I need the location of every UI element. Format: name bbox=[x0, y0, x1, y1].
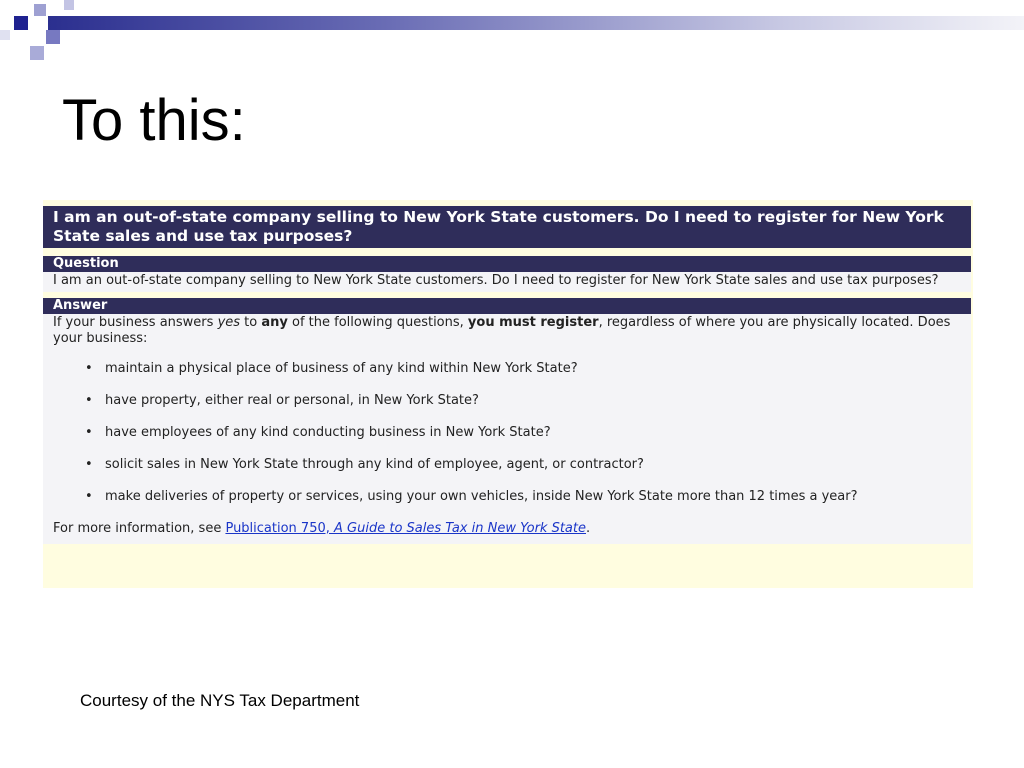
list-item: have employees of any kind conducting bu… bbox=[85, 425, 961, 441]
list-item: solicit sales in New York State through … bbox=[85, 457, 961, 473]
faq-screenshot: I am an out-of-state company selling to … bbox=[43, 200, 973, 588]
answer-list: maintain a physical place of business of… bbox=[53, 361, 961, 505]
faq-title: I am an out-of-state company selling to … bbox=[43, 206, 971, 248]
slide-title: To this: bbox=[62, 88, 246, 153]
decor-square bbox=[30, 46, 44, 60]
answer-intro: If your business answers yes to any of t… bbox=[53, 315, 951, 346]
decor-square bbox=[0, 30, 10, 40]
more-info: For more information, see Publication 75… bbox=[53, 521, 591, 536]
decor-square bbox=[34, 4, 46, 16]
decor-square bbox=[64, 0, 74, 10]
publication-750-link[interactable]: Publication 750, A Guide to Sales Tax in… bbox=[225, 521, 586, 536]
question-text: I am an out-of-state company selling to … bbox=[43, 272, 971, 292]
answer-body: If your business answers yes to any of t… bbox=[43, 314, 971, 544]
decor-square bbox=[14, 16, 28, 30]
header-gradient-bar bbox=[48, 16, 1024, 30]
list-item: have property, either real or personal, … bbox=[85, 393, 961, 409]
slide-caption: Courtesy of the NYS Tax Department bbox=[80, 691, 360, 710]
slide-header-decoration bbox=[0, 0, 1024, 64]
list-item: maintain a physical place of business of… bbox=[85, 361, 961, 377]
list-item: make deliveries of property or services,… bbox=[85, 489, 961, 505]
answer-heading: Answer bbox=[43, 298, 971, 314]
question-heading: Question bbox=[43, 256, 971, 272]
decor-square bbox=[46, 30, 60, 44]
